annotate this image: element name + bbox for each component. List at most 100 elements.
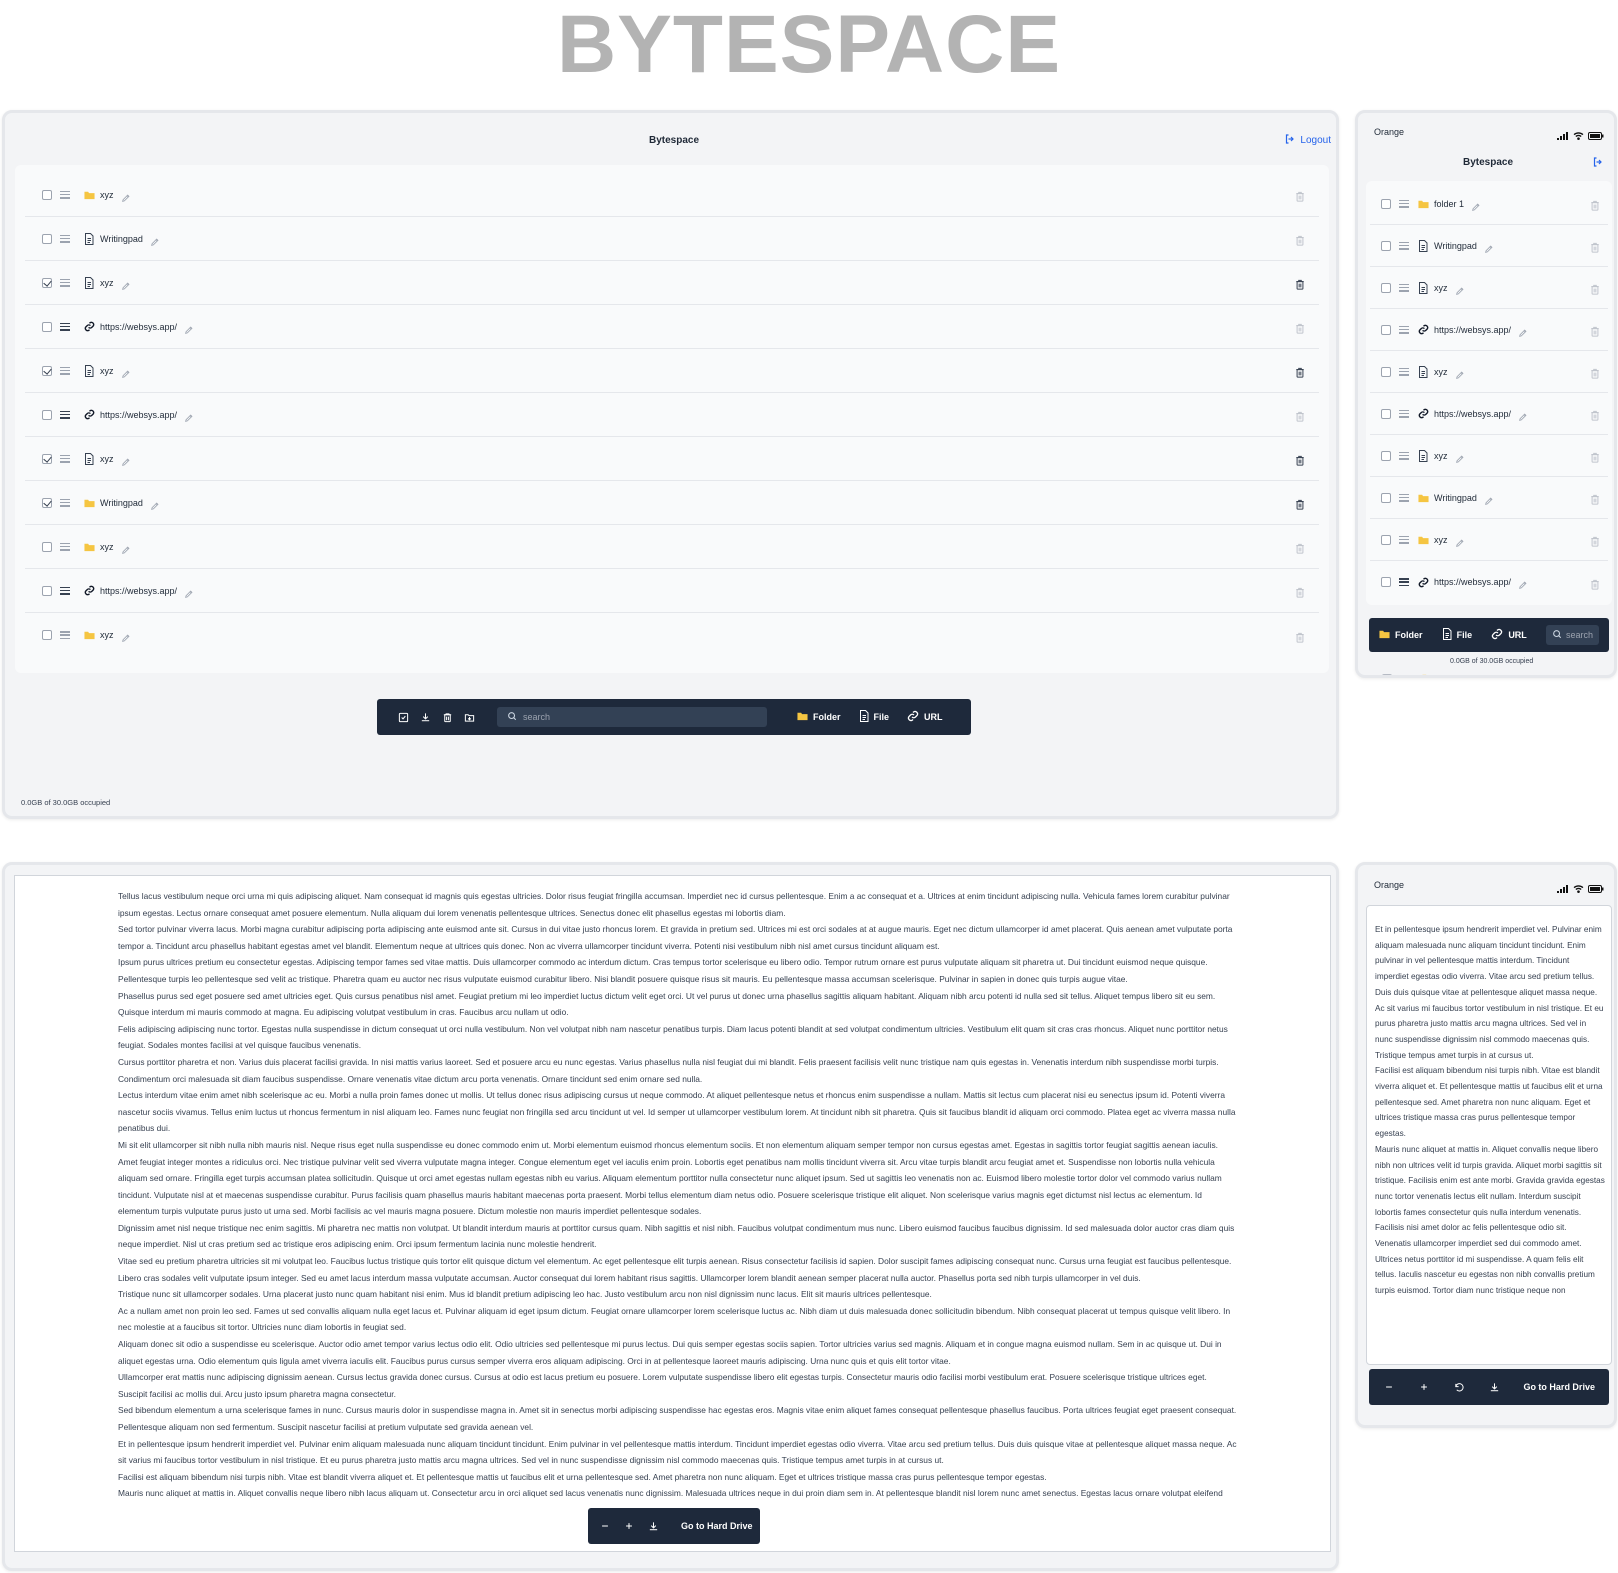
drag-handle-icon[interactable]: [60, 322, 70, 331]
drag-handle-icon[interactable]: [1399, 451, 1409, 460]
new-file-button[interactable]: File: [859, 710, 889, 724]
move-to-folder-icon[interactable]: [463, 711, 475, 723]
trash-icon[interactable]: [441, 711, 453, 723]
download-icon[interactable]: [1488, 1381, 1500, 1393]
drag-handle-icon[interactable]: [1399, 535, 1409, 544]
rename-pencil-icon[interactable]: [1484, 493, 1494, 505]
checkbox[interactable]: [42, 189, 52, 200]
new-folder-button[interactable]: Folder: [797, 711, 841, 723]
rename-pencil-icon[interactable]: [1518, 409, 1528, 421]
rename-pencil-icon[interactable]: [121, 190, 131, 202]
delete-trash-icon[interactable]: [1590, 240, 1600, 253]
document-paragraph[interactable]: Venenatis ullamcorper imperdiet sed dui …: [1375, 1236, 1605, 1299]
rename-pencil-icon[interactable]: [1455, 283, 1465, 295]
go-to-hard-drive-button[interactable]: Go to Hard Drive: [681, 1521, 753, 1531]
download-icon[interactable]: [419, 711, 431, 723]
checkbox[interactable]: [1381, 534, 1391, 545]
list-item[interactable]: xyz: [1370, 267, 1608, 309]
document-paragraph[interactable]: Dignissim amet nisl neque tristique nec …: [118, 1220, 1238, 1253]
checkbox[interactable]: [1381, 408, 1391, 419]
item-name[interactable]: xyz: [1434, 535, 1448, 545]
rename-pencil-icon[interactable]: [150, 234, 160, 246]
rename-pencil-icon[interactable]: [1455, 535, 1465, 547]
delete-trash-icon[interactable]: [1590, 366, 1600, 379]
checkbox[interactable]: [1382, 674, 1392, 675]
delete-trash-icon[interactable]: [1295, 541, 1305, 554]
checkbox[interactable]: [42, 233, 52, 244]
rename-pencil-icon[interactable]: [121, 630, 131, 642]
item-name[interactable]: xyz: [1434, 367, 1448, 377]
rename-pencil-icon[interactable]: [1455, 451, 1465, 463]
document-paragraph[interactable]: Ullamcorper erat mattis nunc adipiscing …: [118, 1369, 1238, 1402]
item-name[interactable]: xyz: [1434, 451, 1448, 461]
search-input[interactable]: search: [497, 707, 767, 727]
list-item[interactable]: folder 1: [1370, 183, 1608, 225]
list-item[interactable]: xyz: [25, 173, 1319, 217]
list-item[interactable]: Writingpad: [1370, 477, 1608, 519]
undo-icon[interactable]: [1453, 1381, 1465, 1393]
checkbox[interactable]: [42, 321, 52, 332]
delete-trash-icon[interactable]: [1295, 189, 1305, 202]
list-item[interactable]: xyz: [1370, 351, 1608, 393]
delete-trash-icon[interactable]: [1295, 277, 1305, 290]
checkbox[interactable]: [42, 453, 52, 464]
document-paragraph[interactable]: Mauris nunc aliquet at mattis in. Alique…: [1375, 1142, 1605, 1236]
delete-trash-icon[interactable]: [1590, 282, 1600, 295]
document-text[interactable]: Tellus lacus vestibulum neque orci urna …: [118, 888, 1238, 1502]
new-url-button[interactable]: URL: [907, 710, 943, 724]
document-paragraph[interactable]: Facilisi est aliquam bibendum nisi turpi…: [118, 1469, 1238, 1486]
delete-trash-icon[interactable]: [1590, 408, 1600, 421]
drag-handle-icon[interactable]: [60, 190, 70, 199]
document-paragraph[interactable]: Mauris nunc aliquet at mattis in. Alique…: [118, 1485, 1238, 1502]
delete-trash-icon[interactable]: [1295, 409, 1305, 422]
select-all-icon[interactable]: [397, 711, 409, 723]
checkbox[interactable]: [42, 497, 52, 508]
item-name[interactable]: Writingpad: [1434, 493, 1477, 503]
document-paragraph[interactable]: Sed tortor pulvinar viverra lacus. Morbi…: [118, 921, 1238, 954]
checkbox[interactable]: [42, 541, 52, 552]
item-name[interactable]: https://websys.app/: [1434, 325, 1511, 335]
checkbox[interactable]: [1381, 324, 1391, 335]
delete-trash-icon[interactable]: [1295, 630, 1305, 643]
item-name[interactable]: xyz: [1434, 283, 1448, 293]
checkbox[interactable]: [1381, 240, 1391, 251]
drag-handle-icon[interactable]: [1399, 241, 1409, 250]
document-paragraph[interactable]: Tristique nunc sit ullamcorper sodales. …: [118, 1286, 1238, 1303]
zoom-in-icon[interactable]: [1418, 1381, 1430, 1393]
checkbox[interactable]: [1381, 450, 1391, 461]
item-name[interactable]: https://websys.app/: [100, 586, 177, 596]
new-url-button[interactable]: URL: [1491, 628, 1527, 642]
item-name[interactable]: https://websys.app/: [100, 322, 177, 332]
list-item[interactable]: https://websys.app/: [25, 393, 1319, 437]
delete-trash-icon[interactable]: [1590, 492, 1600, 505]
item-name[interactable]: xyz: [100, 542, 114, 552]
rename-pencil-icon[interactable]: [121, 542, 131, 554]
drag-handle-icon[interactable]: [1399, 199, 1409, 208]
list-item[interactable]: xyz: [25, 525, 1319, 569]
item-name[interactable]: https://websys.app/: [1434, 577, 1511, 587]
checkbox[interactable]: [1381, 282, 1391, 293]
list-item[interactable]: https://websys.app/: [1370, 393, 1608, 435]
zoom-out-icon[interactable]: [600, 1520, 610, 1532]
delete-trash-icon[interactable]: [1590, 577, 1600, 590]
list-item[interactable]: xyz: [25, 349, 1319, 393]
document-editor[interactable]: Et in pellentesque ipsum hendrerit imper…: [1366, 905, 1612, 1365]
item-name[interactable]: xyz: [1443, 674, 1457, 675]
zoom-in-icon[interactable]: [624, 1520, 634, 1532]
rename-pencil-icon[interactable]: [1455, 367, 1465, 379]
delete-trash-icon[interactable]: [1590, 324, 1600, 337]
checkbox[interactable]: [42, 409, 52, 420]
document-paragraph[interactable]: Aliquam donec sit odio a suspendisse eu …: [118, 1336, 1238, 1369]
delete-trash-icon[interactable]: [1590, 534, 1600, 547]
drag-handle-icon[interactable]: [60, 278, 70, 287]
rename-pencil-icon[interactable]: [184, 410, 194, 422]
checkbox[interactable]: [42, 630, 52, 640]
drag-handle-icon[interactable]: [60, 366, 70, 375]
item-name[interactable]: xyz: [100, 278, 114, 288]
rename-pencil-icon[interactable]: [1471, 199, 1481, 211]
document-paragraph[interactable]: Vitae sed eu pretium pharetra ultricies …: [118, 1253, 1238, 1286]
new-file-button[interactable]: File: [1442, 628, 1472, 642]
drag-handle-icon[interactable]: [1399, 578, 1409, 586]
checkbox[interactable]: [1381, 366, 1391, 377]
drag-handle-icon[interactable]: [1399, 283, 1409, 292]
